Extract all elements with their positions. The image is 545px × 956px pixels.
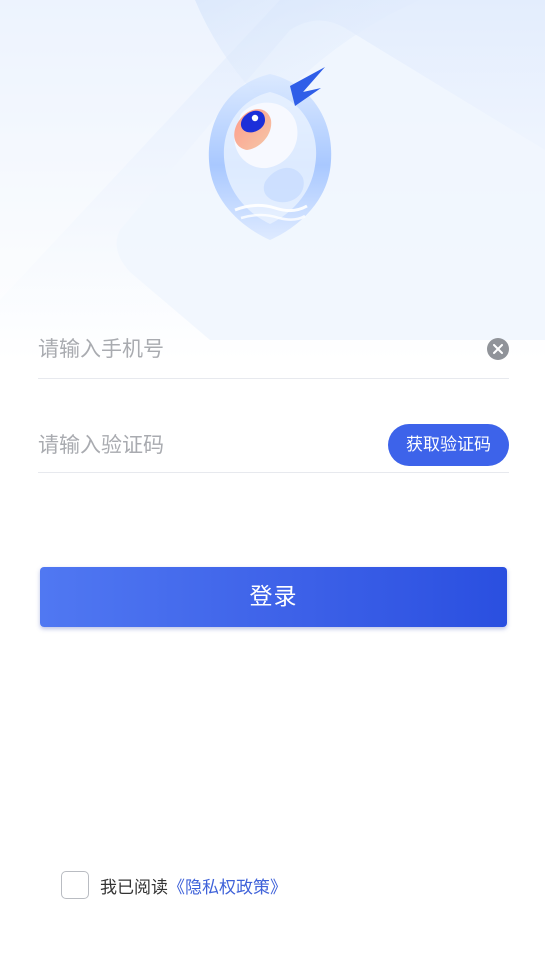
verification-code-input[interactable] xyxy=(38,418,368,471)
clear-icon[interactable] xyxy=(487,338,509,360)
privacy-policy-link[interactable]: 《隐私权政策》 xyxy=(168,873,287,898)
get-code-button[interactable]: 获取验证码 xyxy=(388,424,509,466)
agreement-text: 我已阅读 xyxy=(100,877,168,898)
phone-input[interactable] xyxy=(38,322,468,376)
phone-field xyxy=(38,322,509,379)
app-logo xyxy=(208,67,332,240)
login-button[interactable]: 登录 xyxy=(40,567,507,627)
agreement-checkbox[interactable] xyxy=(61,871,89,899)
privacy-agreement: 我已阅读 《隐私权政策》 xyxy=(61,869,287,901)
verification-code-field: 获取验证码 xyxy=(38,418,509,473)
